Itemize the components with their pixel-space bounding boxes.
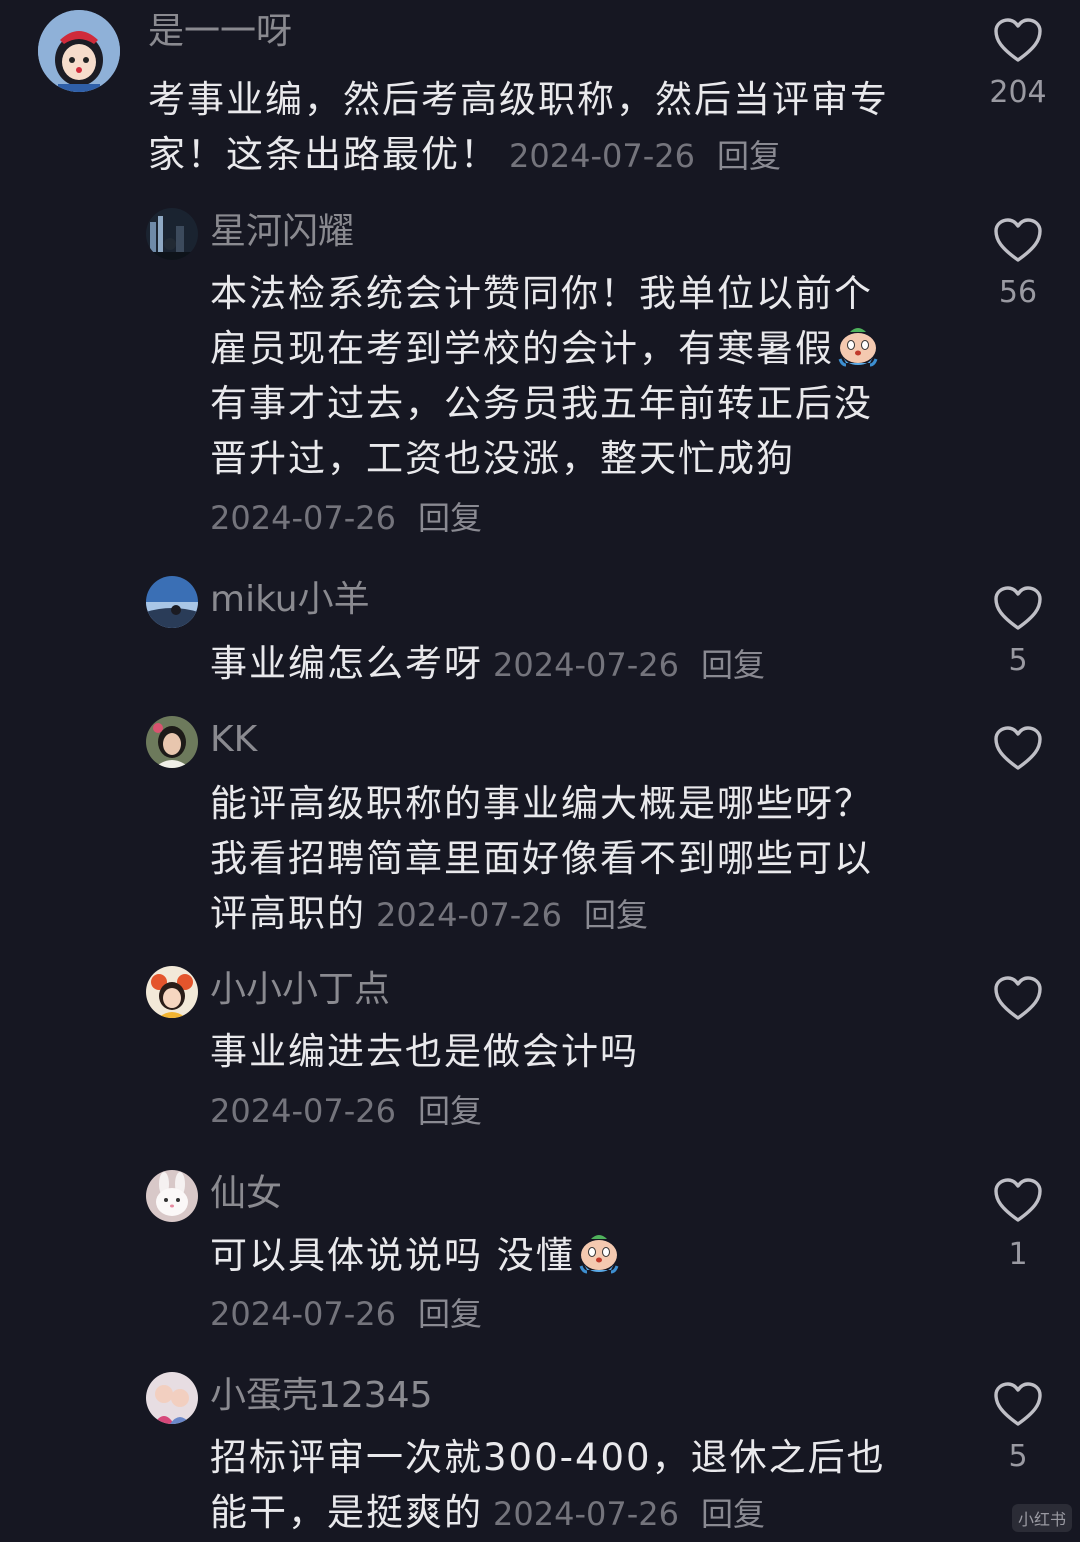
comment-text-line: 有事才过去，公务员我五年前转正后没 xyxy=(210,382,873,425)
like-heart-icon[interactable] xyxy=(993,18,1043,64)
comment-date: 2024-07-26 xyxy=(210,1092,396,1130)
reply-button[interactable]: 回复 xyxy=(584,896,648,934)
comment-text: 事业编怎么考呀 2024-07-26 回复 xyxy=(210,636,970,693)
comment-date: 2024-07-26 xyxy=(509,137,695,175)
comment-text: 本法检系统会计赞同你！我单位以前个 雇员现在考到学校的会计，有寒暑假 有事才过去… xyxy=(210,266,970,486)
comment-text: 可以具体说说吗 没懂 xyxy=(210,1228,970,1283)
comment-text-content: 能干，是挺爽的 xyxy=(210,1491,483,1534)
comment-text: 事业编进去也是做会计吗 xyxy=(210,1024,970,1079)
reply-button[interactable]: 回复 xyxy=(418,499,482,537)
city-night-avatar-icon[interactable] xyxy=(146,208,198,260)
username[interactable]: 仙女 xyxy=(210,1176,282,1212)
reply-button[interactable]: 回复 xyxy=(701,646,765,684)
comment-date: 2024-07-26 xyxy=(493,1495,679,1533)
comment-date: 2024-07-26 xyxy=(493,646,679,684)
reply-button[interactable]: 回复 xyxy=(418,1092,482,1130)
comment-text-content: 事业编进去也是做会计吗 xyxy=(210,1030,639,1073)
comment-date: 2024-07-26 xyxy=(210,1295,396,1333)
crying-face-emoji-icon xyxy=(838,326,878,367)
snow-white-avatar-icon[interactable] xyxy=(38,10,120,92)
like-count: 204 xyxy=(989,75,1047,110)
like-heart-icon[interactable] xyxy=(993,1382,1043,1428)
comment-text-line: 评高职的 2024-07-26 回复 xyxy=(210,886,970,943)
like-count: 56 xyxy=(998,275,1038,310)
reply-button[interactable]: 回复 xyxy=(701,1495,765,1533)
username[interactable]: KK xyxy=(210,722,257,758)
reply-button[interactable]: 回复 xyxy=(418,1295,482,1333)
comment-text-line: 本法检系统会计赞同你！我单位以前个 xyxy=(210,272,873,315)
comment-text: 考事业编，然后考高级职称，然后当评审专家！这条出路最优！ 2024-07-26 回复 xyxy=(148,72,958,184)
comment-text-line: 能干，是挺爽的 2024-07-26 回复 xyxy=(210,1485,970,1542)
comment-date: 2024-07-26 xyxy=(376,896,562,934)
comment-date: 2024-07-26 xyxy=(210,499,396,537)
watermark-logo: 小红书 xyxy=(1011,1504,1072,1532)
crying-face-emoji-icon xyxy=(579,1233,619,1274)
like-heart-icon[interactable] xyxy=(993,726,1043,772)
username[interactable]: 小小小丁点 xyxy=(210,972,390,1008)
comment-text-content: 事业编怎么考呀 xyxy=(210,642,483,685)
like-heart-icon[interactable] xyxy=(993,1178,1043,1224)
username[interactable]: 星河闪耀 xyxy=(210,214,354,250)
comment-text-content: 可以具体说说吗 没懂 xyxy=(210,1234,575,1277)
bunny-avatar-icon[interactable] xyxy=(146,1170,198,1222)
like-count: 5 xyxy=(1008,643,1028,678)
comment-text: 招标评审一次就300-400，退休之后也 能干，是挺爽的 2024-07-26 回复 xyxy=(210,1430,970,1542)
like-heart-icon[interactable] xyxy=(993,976,1043,1022)
comment-text: 能评高级职称的事业编大概是哪些呀？ 我看招聘简章里面好像看不到哪些可以 评高职的… xyxy=(210,776,970,943)
like-count: 5 xyxy=(1008,1439,1028,1474)
comment-meta: 2024-07-26 回复 xyxy=(210,1095,482,1127)
comment-text-line: 我看招聘简章里面好像看不到哪些可以 xyxy=(210,837,873,880)
like-heart-icon[interactable] xyxy=(993,218,1043,264)
username[interactable]: 是一一呀 xyxy=(148,14,292,50)
comment-text-line: 雇员现在考到学校的会计，有寒暑假 xyxy=(210,321,970,376)
comment-text-line: 晋升过，工资也没涨，整天忙成狗 xyxy=(210,437,795,480)
username[interactable]: 小蛋壳12345 xyxy=(210,1378,433,1414)
comment-text-content: 雇员现在考到学校的会计，有寒暑假 xyxy=(210,327,834,370)
comment-meta: 2024-07-26 回复 xyxy=(210,1298,482,1330)
username[interactable]: miku小羊 xyxy=(210,582,370,618)
cartoon-girl-avatar-icon[interactable] xyxy=(146,966,198,1018)
like-count: 1 xyxy=(1008,1237,1028,1272)
reply-button[interactable]: 回复 xyxy=(717,137,781,175)
comment-text-line: 能评高级职称的事业编大概是哪些呀？ xyxy=(210,782,873,825)
kids-photo-avatar-icon[interactable] xyxy=(146,1372,198,1424)
sky-avatar-icon[interactable] xyxy=(146,576,198,628)
comment-text-line: 招标评审一次就300-400，退休之后也 xyxy=(210,1436,886,1479)
comment-meta: 2024-07-26 回复 xyxy=(210,502,482,534)
like-heart-icon[interactable] xyxy=(993,586,1043,632)
comment-text-content: 评高职的 xyxy=(210,892,366,935)
girl-photo-avatar-icon[interactable] xyxy=(146,716,198,768)
